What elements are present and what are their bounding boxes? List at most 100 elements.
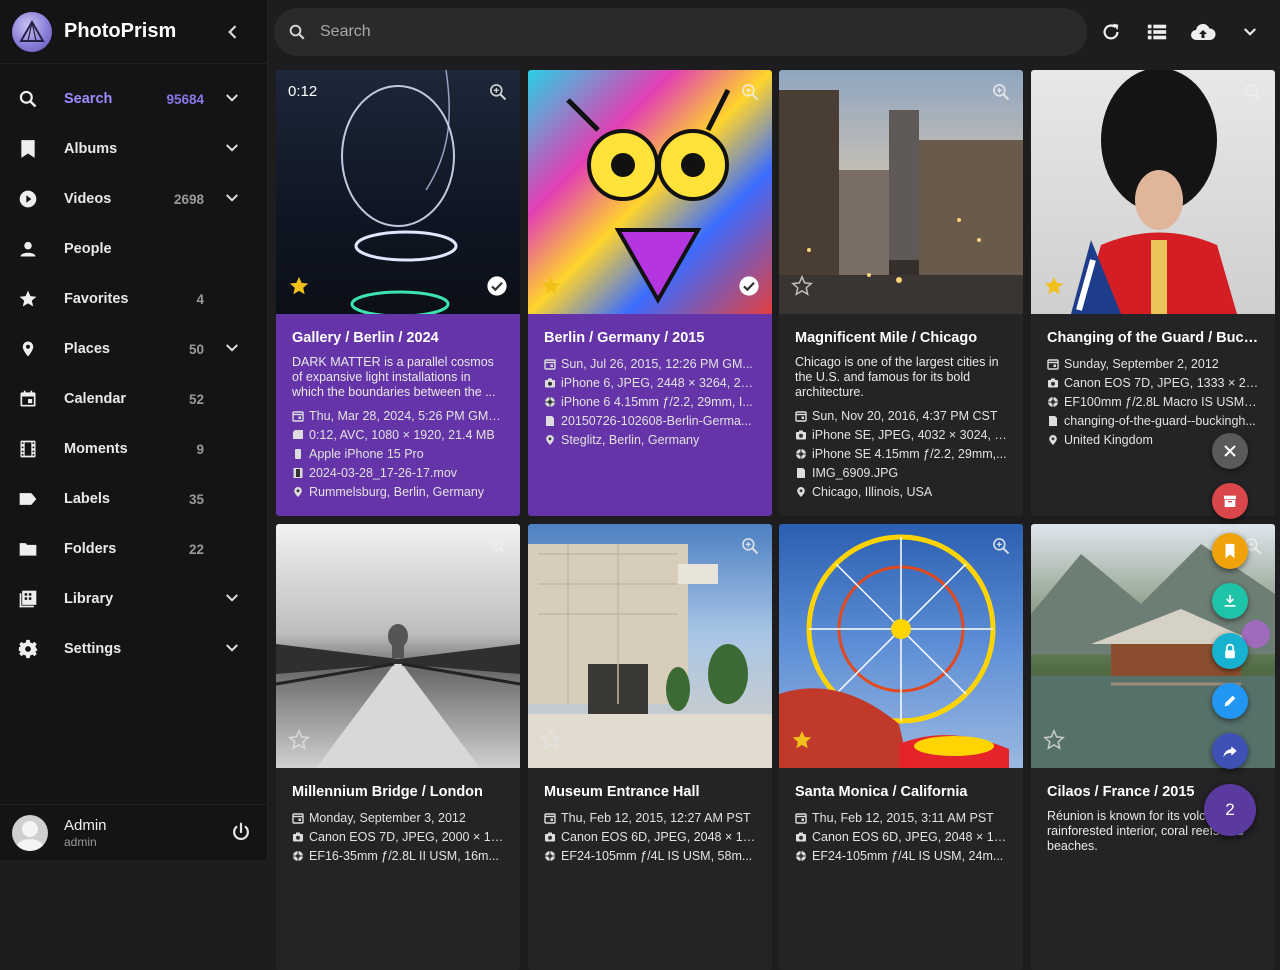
device-icon — [292, 448, 304, 460]
favorite-star-icon[interactable] — [1043, 275, 1065, 302]
photo-meta-row: changing-of-the-guard--buckingh... — [1047, 411, 1259, 430]
collapse-sidebar-button[interactable] — [211, 10, 255, 54]
sidebar-item-label: Calendar — [64, 391, 127, 407]
favorite-star-icon[interactable] — [288, 729, 310, 756]
chevron-down-icon[interactable] — [223, 589, 241, 612]
sidebar-item-library[interactable]: Library — [0, 574, 267, 624]
photo-title[interactable]: Millennium Bridge / London — [292, 784, 504, 802]
share-arrow-icon — [1223, 746, 1237, 757]
make-private-button[interactable] — [1212, 633, 1248, 669]
bookmark-icon — [1225, 543, 1235, 559]
favorite-star-icon[interactable] — [540, 729, 562, 756]
sidebar-item-moments[interactable]: Moments 9 — [0, 424, 267, 474]
chevron-down-icon[interactable] — [223, 339, 241, 362]
sidebar-item-videos[interactable]: Videos 2698 — [0, 174, 267, 224]
archive-button[interactable] — [1212, 483, 1248, 519]
photo-meta-row: 2024-03-28_17-26-17.mov — [292, 463, 504, 482]
favorite-star-icon[interactable] — [288, 275, 310, 302]
favorite-star-icon[interactable] — [791, 275, 813, 302]
view-list-button[interactable] — [1145, 20, 1169, 44]
photo-title[interactable]: Gallery / Berlin / 2024 — [292, 330, 504, 348]
sidebar-item-places[interactable]: Places 50 — [0, 324, 267, 374]
chevron-down-icon[interactable] — [223, 139, 241, 162]
edit-button[interactable] — [1212, 683, 1248, 719]
selected-check-icon[interactable] — [738, 275, 760, 302]
chevron-down-icon[interactable] — [223, 639, 241, 662]
photo-thumbnail[interactable] — [779, 70, 1023, 314]
photo-thumbnail[interactable] — [528, 524, 772, 768]
file-icon — [795, 467, 807, 479]
camera-icon — [544, 377, 556, 389]
photoprism-logo[interactable] — [12, 11, 52, 52]
more-options-button[interactable] — [1238, 20, 1262, 44]
download-button[interactable] — [1212, 583, 1248, 619]
photo-title[interactable]: Museum Entrance Hall — [544, 784, 756, 802]
sidebar-item-people[interactable]: People — [0, 224, 267, 274]
photo-thumbnail[interactable] — [528, 70, 772, 314]
sidebar-item-count: 52 — [188, 391, 204, 407]
sidebar-nav: Search 95684 Albums Videos 2698 People F… — [0, 64, 267, 674]
chevron-down-icon[interactable] — [223, 89, 241, 112]
sidebar-item-labels[interactable]: Labels 35 — [0, 474, 267, 524]
sidebar-item-calendar[interactable]: Calendar 52 — [0, 374, 267, 424]
photo-thumbnail[interactable] — [276, 524, 520, 768]
zoom-in-icon[interactable] — [740, 82, 760, 107]
file-icon — [544, 415, 556, 427]
zoom-in-icon[interactable] — [991, 82, 1011, 107]
add-to-album-button[interactable] — [1212, 533, 1248, 569]
photo-meta-row: Canon EOS 6D, JPEG, 2048 × 13... — [544, 827, 756, 846]
sidebar-item-search[interactable]: Search 95684 — [0, 74, 267, 124]
photo-thumbnail[interactable] — [779, 524, 1023, 768]
photo-title[interactable]: Santa Monica / California — [795, 784, 1007, 802]
sidebar-item-count: 35 — [188, 491, 204, 507]
zoom-in-icon[interactable] — [740, 536, 760, 561]
sidebar-item-albums[interactable]: Albums — [0, 124, 267, 174]
photo-title[interactable]: Changing of the Guard / Bucki... — [1047, 330, 1259, 348]
zoom-in-icon[interactable] — [488, 536, 508, 561]
photo-grid: 0:12 Gallery / Berlin / 2024 DARK MATTER… — [276, 70, 1280, 970]
photo-card[interactable]: Magnificent Mile / Chicago Chicago is on… — [779, 70, 1023, 516]
photo-meta-row: Thu, Feb 12, 2015, 12:27 AM PST — [544, 808, 756, 827]
favorite-star-icon[interactable] — [791, 729, 813, 756]
sidebar-item-label: Folders — [64, 541, 117, 557]
photo-card[interactable]: Berlin / Germany / 2015 Sun, Jul 26, 201… — [528, 70, 772, 516]
sidebar-item-folders[interactable]: Folders 22 — [0, 524, 267, 574]
reload-button[interactable] — [1099, 20, 1123, 44]
power-icon — [233, 822, 249, 841]
calendar-icon — [292, 410, 304, 422]
zoom-in-icon[interactable] — [488, 82, 508, 107]
zoom-in-icon[interactable] — [1243, 82, 1263, 107]
photo-title[interactable]: Berlin / Germany / 2015 — [544, 330, 756, 348]
photo-meta-row: EF100mm ƒ/2.8L Macro IS USM, ... — [1047, 392, 1259, 411]
photo-title[interactable]: Magnificent Mile / Chicago — [795, 330, 1007, 348]
photo-thumbnail[interactable] — [1031, 70, 1275, 314]
photo-thumbnail[interactable]: 0:12 — [276, 70, 520, 314]
photo-card[interactable]: Museum Entrance Hall Thu, Feb 12, 2015, … — [528, 524, 772, 970]
selection-count: 2 — [1225, 800, 1235, 819]
sidebar-item-settings[interactable]: Settings — [0, 624, 267, 674]
logout-button[interactable] — [230, 821, 252, 848]
camera-icon — [544, 831, 556, 843]
favorite-star-icon[interactable] — [540, 275, 562, 302]
camera-icon — [795, 831, 807, 843]
chevron-down-icon[interactable] — [223, 189, 241, 212]
folder-icon — [18, 539, 38, 559]
photo-card[interactable]: 0:12 Gallery / Berlin / 2024 DARK MATTER… — [276, 70, 520, 516]
photo-card[interactable]: Santa Monica / California Thu, Feb 12, 2… — [779, 524, 1023, 970]
avatar[interactable] — [12, 814, 48, 851]
photo-meta-row: iPhone SE, JPEG, 4032 × 3024, 3... — [795, 425, 1007, 444]
sidebar-item-favorites[interactable]: Favorites 4 — [0, 274, 267, 324]
calendar-icon — [795, 410, 807, 422]
selected-check-icon[interactable] — [486, 275, 508, 302]
clear-selection-button[interactable] — [1212, 433, 1248, 469]
favorite-star-icon[interactable] — [1043, 729, 1065, 756]
selection-count-button[interactable]: 2 — [1204, 784, 1256, 836]
video-icon — [292, 429, 304, 441]
photo-card[interactable]: Millennium Bridge / London Monday, Septe… — [276, 524, 520, 970]
share-button[interactable] — [1212, 733, 1248, 769]
zoom-in-icon[interactable] — [991, 536, 1011, 561]
search-input[interactable] — [320, 23, 1020, 41]
sidebar-item-count: 2698 — [173, 191, 204, 207]
person-icon — [18, 239, 38, 259]
upload-button[interactable] — [1190, 20, 1216, 44]
